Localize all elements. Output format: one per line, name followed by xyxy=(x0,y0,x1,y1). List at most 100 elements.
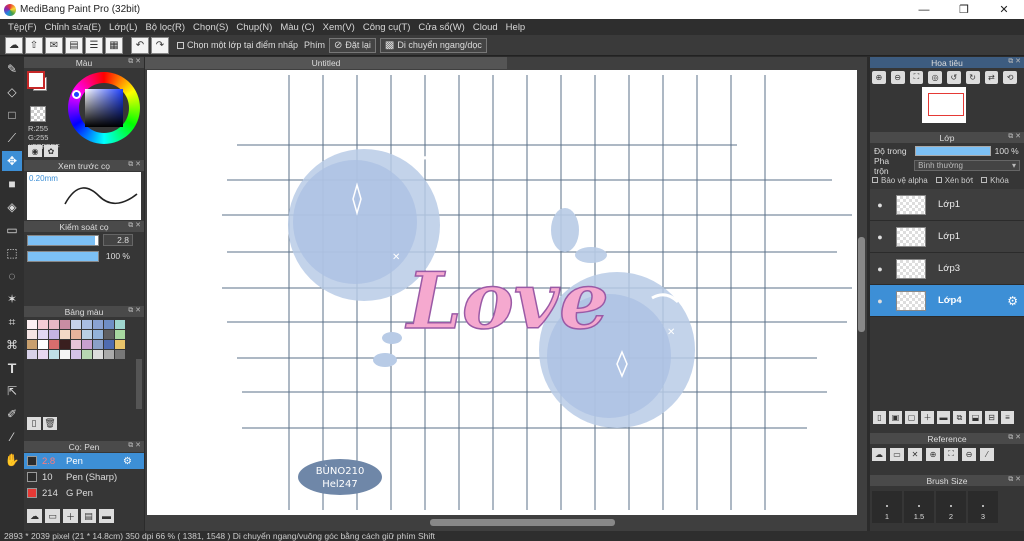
palette-swatch[interactable] xyxy=(93,340,103,349)
palette-swatch[interactable] xyxy=(49,340,59,349)
hue-wheel[interactable] xyxy=(68,72,140,144)
zoom-out-icon[interactable]: ⊖ xyxy=(890,70,905,84)
palette-swatch[interactable] xyxy=(38,320,48,329)
navigator-thumbnail[interactable] xyxy=(922,87,966,123)
zoom-in-reference-icon[interactable]: ⊕ xyxy=(926,447,940,461)
panel-float-icon[interactable]: ⧉ ✕ xyxy=(1008,475,1021,484)
brush-item[interactable]: 214 G Pen xyxy=(24,485,144,501)
visibility-icon[interactable]: ● xyxy=(870,296,890,306)
visibility-icon[interactable]: ● xyxy=(870,232,890,242)
panel-float-icon[interactable]: ⧉ ✕ xyxy=(128,441,141,450)
eyedropper-tool-icon[interactable]: ⁄ xyxy=(2,427,22,447)
brush-item[interactable]: 10 Pen (Sharp) xyxy=(24,469,144,485)
rectangle-tool-icon[interactable]: □ xyxy=(2,105,22,125)
menu-help[interactable]: Help xyxy=(502,22,530,33)
transparent-swatch[interactable] xyxy=(30,106,46,122)
menu-edit[interactable]: Chỉnh sửa(E) xyxy=(41,22,106,33)
vertical-scrollbar[interactable] xyxy=(858,237,865,332)
panel-float-icon[interactable]: ⧉ ✕ xyxy=(128,160,141,169)
brush-tool-icon[interactable]: ✎ xyxy=(2,59,22,79)
redo-icon[interactable]: ↷ xyxy=(151,36,169,54)
delete-layer-icon[interactable]: ⊟ xyxy=(985,411,998,424)
menu-select[interactable]: Chọn(S) xyxy=(189,22,232,33)
visibility-icon[interactable]: ● xyxy=(870,200,890,210)
menu-cloud[interactable]: Cloud xyxy=(469,22,502,33)
brush-size-preset[interactable]: 1.5 xyxy=(904,491,934,523)
palette-swatch[interactable] xyxy=(27,330,37,339)
panel-float-icon[interactable]: ⧉ ✕ xyxy=(1008,57,1021,66)
menu-file[interactable]: Tệp(F) xyxy=(4,22,41,33)
comment-icon[interactable]: ✉ xyxy=(45,36,63,54)
layer-row-active[interactable]: ● Lớp4 ⚙ xyxy=(870,285,1024,317)
palette-swatch[interactable] xyxy=(49,350,59,359)
gradient-tool-icon[interactable]: ▭ xyxy=(2,220,22,240)
cloud-brush-icon[interactable]: ☁ xyxy=(27,509,42,523)
layer-opacity-slider[interactable] xyxy=(914,145,991,156)
menu-tools[interactable]: Công cụ(T) xyxy=(359,22,415,33)
palette-swatch[interactable] xyxy=(38,350,48,359)
layer-more-icon[interactable]: ≡ xyxy=(1001,411,1014,424)
canvas[interactable]: ✕ ✕ Love BÙNO210 Hel247 xyxy=(147,70,857,515)
gear-icon[interactable]: ⚙ xyxy=(1007,294,1018,308)
bucket-tool-icon[interactable]: ◈ xyxy=(2,197,22,217)
palette-swatch[interactable] xyxy=(93,320,103,329)
palette-swatch[interactable] xyxy=(49,320,59,329)
menu-color[interactable]: Màu (C) xyxy=(276,22,318,33)
brush-size-preset[interactable]: 2 xyxy=(936,491,966,523)
palette-mode-icon[interactable]: ◉ xyxy=(28,145,42,157)
operation-tool-icon[interactable]: ⇱ xyxy=(2,381,22,401)
new-8bit-layer-icon[interactable]: ▢ xyxy=(905,411,918,424)
checkbox-box[interactable] xyxy=(177,41,184,49)
visibility-icon[interactable]: ● xyxy=(870,264,890,274)
palette-swatch[interactable] xyxy=(82,350,92,359)
menu-window[interactable]: Cửa sổ(W) xyxy=(414,22,468,33)
grid-icon[interactable]: ▦ xyxy=(105,36,123,54)
brush-folder-icon[interactable]: ▬ xyxy=(99,509,114,523)
move-axis-button[interactable]: ▩ Di chuyển ngang/dọc xyxy=(379,37,487,53)
lock-checkbox[interactable]: Khóa xyxy=(981,176,1009,185)
palette-swatch[interactable] xyxy=(38,340,48,349)
select-layer-checkbox[interactable]: Chọn một lớp tại điểm nhấp xyxy=(177,40,298,50)
document-tab[interactable]: Untitled xyxy=(145,57,507,69)
select-pen-tool-icon[interactable]: ⌗ xyxy=(2,312,22,332)
palette-scrollbar[interactable] xyxy=(136,359,142,409)
palette-swatch[interactable] xyxy=(71,320,81,329)
new-halftone-layer-icon[interactable]: ▣ xyxy=(889,411,902,424)
new-palette-icon[interactable]: ▯ xyxy=(27,417,41,430)
menu-filter[interactable]: Bộ lọc(R) xyxy=(141,22,189,33)
panel-float-icon[interactable]: ⧉ ✕ xyxy=(1008,433,1021,442)
clip-checkbox[interactable]: Xén bớt xyxy=(935,176,973,185)
folder-icon[interactable]: ▭ xyxy=(45,509,60,523)
add-brush-icon[interactable]: ＋ xyxy=(63,509,78,523)
open-reference-icon[interactable]: ▭ xyxy=(890,447,904,461)
menu-snap[interactable]: Chụp(N) xyxy=(232,22,276,33)
close-reference-icon[interactable]: ✕ xyxy=(908,447,922,461)
document-icon[interactable]: ▤ xyxy=(65,36,83,54)
palette-swatch[interactable] xyxy=(60,320,70,329)
alpha-protect-checkbox[interactable]: Bảo vệ alpha xyxy=(872,176,928,185)
palette-swatch[interactable] xyxy=(60,340,70,349)
add-layer-menu-icon[interactable]: ＋ xyxy=(921,411,934,424)
panel-float-icon[interactable]: ⧉ ✕ xyxy=(128,306,141,315)
reset-view-icon[interactable]: ⟲ xyxy=(1003,70,1017,84)
text-tool-icon[interactable]: T xyxy=(2,358,22,378)
palette-swatch[interactable] xyxy=(104,330,114,339)
fit-reference-icon[interactable]: ⛶ xyxy=(944,447,958,461)
palette-swatch[interactable] xyxy=(71,330,81,339)
magic-wand-tool-icon[interactable]: ✶ xyxy=(2,289,22,309)
palette-swatch[interactable] xyxy=(71,340,81,349)
palette-swatch[interactable] xyxy=(27,320,37,329)
foreground-color-swatch[interactable] xyxy=(27,71,45,89)
palette-swatch[interactable] xyxy=(71,350,81,359)
palette-swatch[interactable] xyxy=(60,350,70,359)
brush-size-preset[interactable]: 3 xyxy=(968,491,998,523)
palette-swatch[interactable] xyxy=(104,340,114,349)
palette-swatch[interactable] xyxy=(115,350,125,359)
actual-size-icon[interactable]: ◎ xyxy=(928,70,942,84)
gear-icon[interactable]: ⚙ xyxy=(123,456,132,467)
palette-swatch[interactable] xyxy=(93,330,103,339)
select-tool-icon[interactable]: ⬚ xyxy=(2,243,22,263)
palette-swatch[interactable] xyxy=(27,350,37,359)
palette-swatch[interactable] xyxy=(60,330,70,339)
share-icon[interactable]: ⇧ xyxy=(25,36,43,54)
